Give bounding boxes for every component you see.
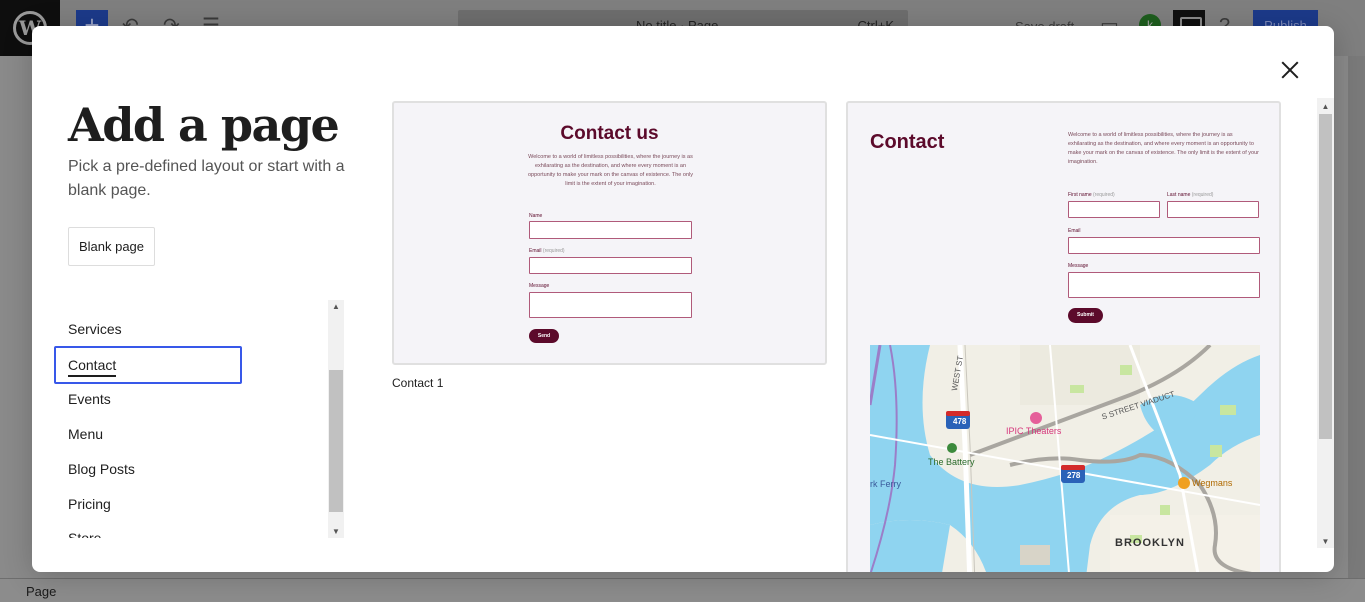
- interstate-478-shield: 478: [953, 417, 967, 426]
- map-label-wegmans: Wegmans: [1192, 478, 1233, 488]
- blank-page-button[interactable]: Blank page: [68, 227, 155, 266]
- modal-description: Pick a pre-defined layout or start with …: [68, 158, 345, 199]
- map-label-brooklyn: BROOKLYN: [1115, 537, 1185, 549]
- category-item-services[interactable]: Services: [54, 310, 242, 348]
- scroll-down-icon[interactable]: ▼: [328, 527, 344, 536]
- category-item-blog-posts[interactable]: Blog Posts: [54, 450, 242, 488]
- email-field: [1068, 237, 1260, 254]
- scroll-up-icon[interactable]: ▲: [1317, 102, 1334, 111]
- category-item-contact[interactable]: Contact: [54, 346, 242, 384]
- message-field: [1068, 272, 1260, 298]
- page-title: Add a page: [68, 98, 340, 152]
- category-item-store[interactable]: Store: [54, 519, 242, 538]
- pattern-caption: Contact 1: [392, 376, 444, 390]
- map-label-ferry: rk Ferry: [870, 479, 901, 489]
- field-label-message: Message: [529, 283, 550, 289]
- field-label-name: Name: [529, 213, 543, 219]
- field-label-last-name: Last name (required): [1167, 192, 1214, 198]
- scrollbar-thumb[interactable]: [329, 370, 343, 512]
- map-preview: 478 278 WEST ST S STREET VIADUCT IPIC Th…: [870, 345, 1260, 572]
- map-label-battery: The Battery: [928, 457, 975, 467]
- pattern-intro: Welcome to a world of limitless possibil…: [528, 154, 693, 187]
- category-list: Services Contact Events Menu Blog Posts …: [54, 300, 344, 538]
- field-label-email: Email: [1068, 228, 1081, 234]
- interstate-278-shield: 278: [1067, 471, 1081, 480]
- pattern-heading: Contact: [870, 131, 945, 153]
- map-label-ipic: IPIC Theaters: [1006, 426, 1062, 436]
- field-label-first-name: First name (required): [1068, 192, 1115, 198]
- name-field: [529, 221, 692, 239]
- field-label-message: Message: [1068, 263, 1089, 269]
- scrollbar-thumb[interactable]: [1319, 114, 1332, 439]
- last-name-field: [1167, 201, 1259, 218]
- email-field: [529, 257, 692, 274]
- scroll-down-icon[interactable]: ▼: [1317, 537, 1334, 546]
- send-button: Send: [529, 329, 559, 343]
- add-page-modal: Add a page Pick a pre-defined layout or …: [32, 26, 1334, 572]
- category-scrollbar[interactable]: ▲ ▼: [328, 300, 344, 538]
- first-name-field: [1068, 201, 1160, 218]
- breadcrumb[interactable]: Page: [26, 584, 56, 599]
- patterns-scrollbar[interactable]: ▲ ▼: [1317, 98, 1334, 548]
- pattern-preview-contact-1[interactable]: Contact us Welcome to a world of limitle…: [392, 101, 827, 365]
- scroll-up-icon[interactable]: ▲: [328, 302, 344, 311]
- field-label-email: Email (required): [529, 248, 565, 254]
- pattern-preview-contact-2[interactable]: Contact Welcome to a world of limitless …: [846, 101, 1281, 572]
- editor-scrollbar[interactable]: [1348, 56, 1365, 578]
- category-item-pricing[interactable]: Pricing: [54, 485, 242, 523]
- pattern-intro: Welcome to a world of limitless possibil…: [1068, 132, 1259, 165]
- submit-button: Submit: [1068, 308, 1103, 323]
- close-icon[interactable]: [1276, 56, 1304, 84]
- editor-footer: Page: [0, 578, 1365, 602]
- pattern-heading: Contact us: [560, 123, 659, 144]
- category-item-events[interactable]: Events: [54, 380, 242, 418]
- message-field: [529, 292, 692, 318]
- category-item-menu[interactable]: Menu: [54, 415, 242, 453]
